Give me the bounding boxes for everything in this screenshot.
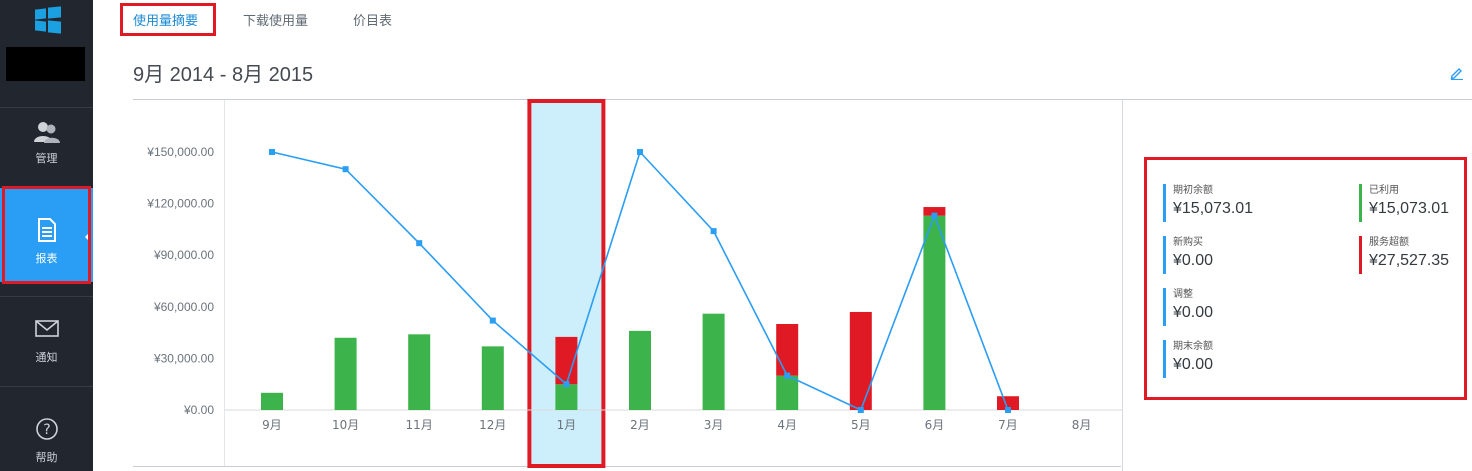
usage-chart: ¥0.00 ¥30,000.00 ¥60,000.00 ¥90,000.00 ¥120,…	[146, 99, 1122, 468]
bar-used	[555, 384, 578, 410]
metric-new-purchase: 新购买 ¥0.00	[1163, 236, 1213, 274]
metric-value: ¥27,527.35	[1369, 252, 1450, 269]
y-tick-label: ¥150,000.00	[146, 145, 214, 159]
bar-used	[481, 346, 504, 410]
highlight-column	[531, 100, 602, 466]
x-tick-label: 10月	[332, 418, 359, 432]
y-tick-label: ¥120,000.00	[146, 197, 214, 211]
metric-overage: 服务超额 ¥27,527.35	[1359, 236, 1449, 274]
y-tick-label: ¥30,000.00	[153, 351, 214, 365]
line-point	[931, 212, 938, 219]
x-tick-label: 3月	[704, 418, 724, 432]
y-tick-label: ¥0.00	[183, 403, 214, 417]
x-tick-label: 7月	[998, 418, 1018, 432]
metric-value: ¥0.00	[1173, 356, 1214, 373]
y-tick-label: ¥60,000.00	[153, 300, 214, 314]
metric-value: ¥0.00	[1173, 304, 1214, 321]
line-point	[416, 240, 423, 247]
bar-used	[261, 392, 283, 410]
summary-panel: 期初余额 ¥15,073.01 已利用 ¥15,073.01 新购买 ¥0.00…	[1144, 157, 1467, 400]
line-point	[1005, 407, 1011, 413]
metric-adjustment: 调整 ¥0.00	[1163, 288, 1213, 326]
x-tick-label: 1月	[557, 418, 577, 432]
metric-label: 期初余额	[1173, 185, 1213, 196]
bar-used	[629, 330, 651, 410]
line-point	[563, 381, 570, 388]
line-point	[269, 149, 275, 155]
bar-used	[776, 375, 799, 410]
line-point	[637, 149, 643, 155]
line-point	[784, 372, 791, 379]
x-tick-label: 8月	[1072, 418, 1092, 432]
metric-label: 服务超额	[1369, 237, 1409, 248]
bar-used	[702, 313, 725, 410]
metric-value: ¥0.00	[1173, 252, 1214, 269]
metric-label: 新购买	[1173, 237, 1203, 248]
line-point	[710, 228, 717, 235]
bar-used	[408, 334, 431, 410]
line-point	[342, 166, 349, 173]
bar-used	[923, 215, 946, 410]
line-point	[857, 407, 864, 413]
edit-icon[interactable]	[1450, 66, 1464, 80]
y-tick-label: ¥90,000.00	[153, 248, 214, 262]
x-tick-label: 12月	[479, 418, 506, 432]
bar-overage	[849, 311, 872, 410]
metric-closing-balance: 期末余额 ¥0.00	[1163, 340, 1213, 378]
bar-used	[334, 337, 357, 410]
x-tick-label: 5月	[851, 418, 871, 432]
divider	[1122, 100, 1123, 471]
metric-value: ¥15,073.01	[1369, 200, 1450, 217]
x-tick-label: 11月	[406, 418, 433, 432]
metric-used: 已利用 ¥15,073.01	[1359, 184, 1449, 222]
bar-overage	[776, 324, 799, 376]
x-tick-label: 6月	[925, 418, 945, 432]
metric-label: 期末余额	[1173, 341, 1213, 352]
metric-label: 调整	[1173, 289, 1193, 300]
metric-label: 已利用	[1369, 185, 1399, 196]
x-tick-label: 4月	[777, 418, 797, 432]
x-tick-label: 2月	[630, 418, 650, 432]
x-tick-label: 9月	[262, 418, 282, 432]
metric-value: ¥15,073.01	[1173, 200, 1254, 217]
metric-opening-balance: 期初余额 ¥15,073.01	[1163, 184, 1253, 222]
line-point	[489, 317, 496, 324]
